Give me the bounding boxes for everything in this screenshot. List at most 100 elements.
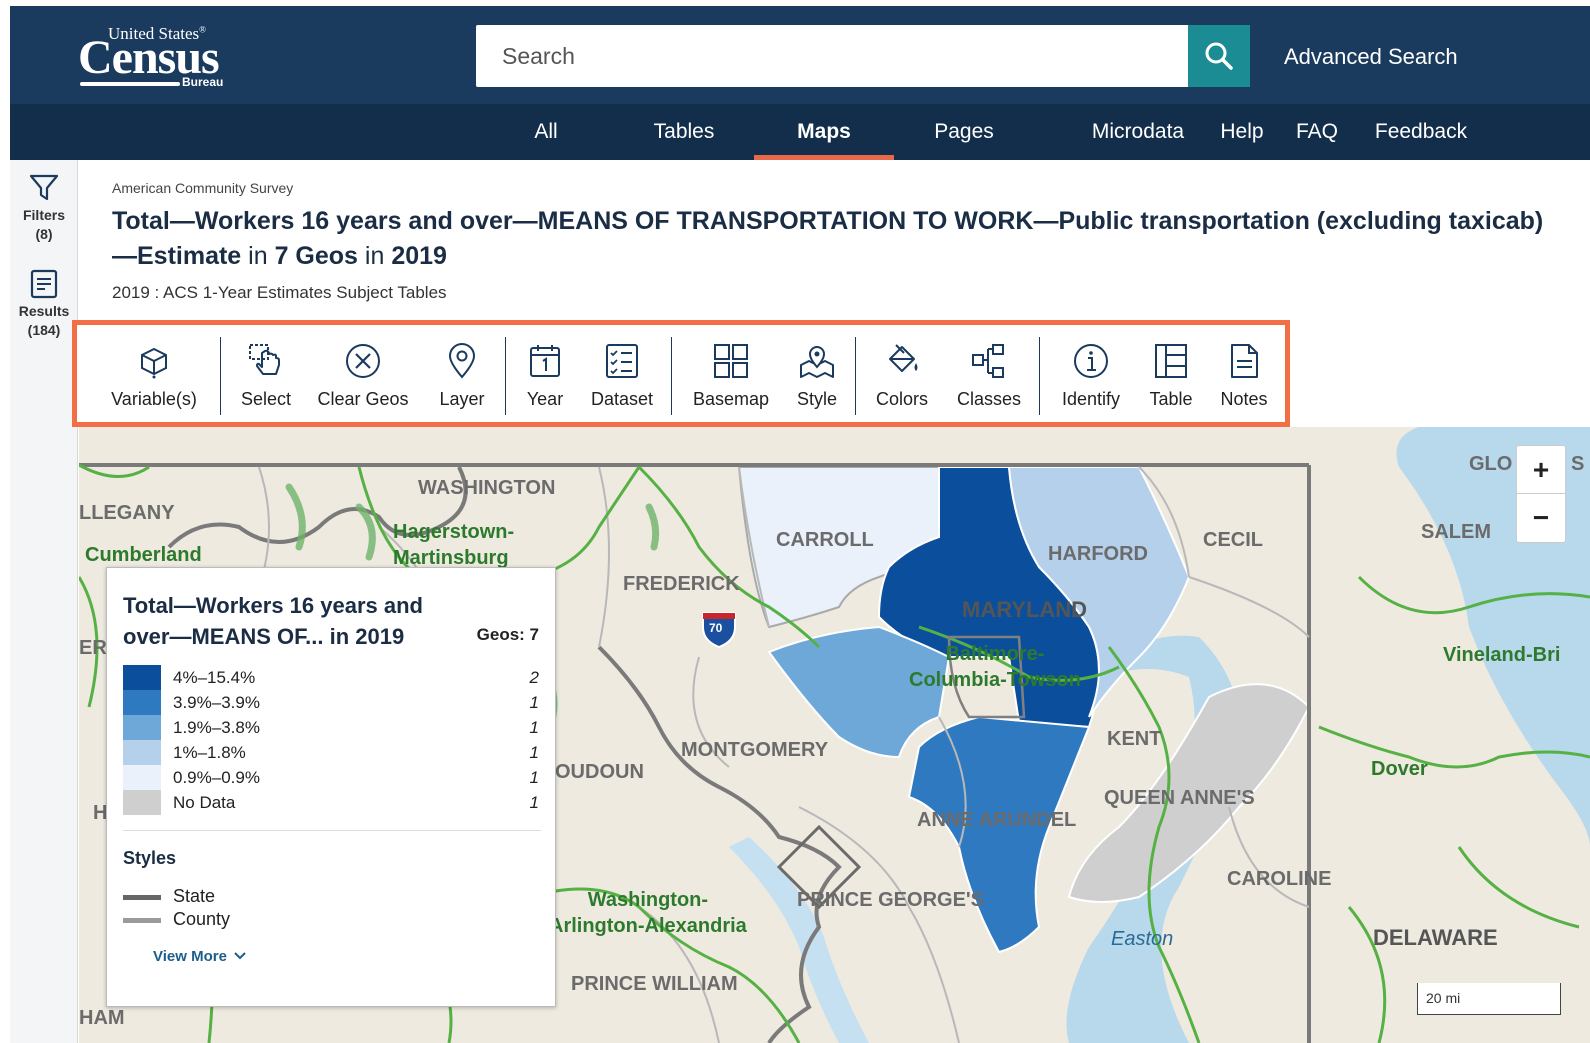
map-label-county: HARFORD [1048,543,1148,565]
tool-label: Style [796,389,838,409]
county-anne-arundel [907,715,1091,954]
search-input[interactable] [476,25,1188,87]
map-label-metro: Dover [1371,758,1428,780]
checklist-icon [606,344,638,378]
filters-button[interactable]: Filters (8) [10,172,78,244]
notes-icon [1231,344,1258,378]
nav-tab-help[interactable]: Help [1214,104,1270,160]
tool-select-button[interactable]: Select [233,325,299,422]
advanced-search-link[interactable]: Advanced Search [1284,44,1458,70]
search-button[interactable] [1188,25,1250,87]
tool-label: Identify [1061,389,1121,409]
legend-class-row: 3.9%–3.9% 1 [123,690,539,715]
nav-tab-maps[interactable]: Maps [754,104,894,160]
page-title: Total—Workers 16 years and over—MEANS OF… [112,207,1544,270]
legend-class-row: 1%–1.8% 1 [123,740,539,765]
select-hand-icon [249,344,280,375]
legend-class-count: 1 [529,743,539,762]
cube-icon [141,347,167,379]
tool-identify-button[interactable]: Identify [1051,325,1131,422]
legend-style-label: County [173,909,231,929]
map-pin-icon [448,343,476,379]
legend-class-label: 4%–15.4% [173,668,256,687]
tool-basemap-button[interactable]: Basemap [685,325,777,422]
map-label-state: MARYLAND [962,597,1088,622]
filters-count: (8) [35,226,53,242]
logo-bureau-text: Bureau [182,75,224,89]
site-header: United States® Census Bureau Advanced Se… [10,6,1590,104]
results-list-icon [30,269,58,299]
search-icon [1205,42,1233,70]
nav-tab-all[interactable]: All [528,104,564,160]
legend-class-row: 0.9%–0.9% 1 [123,765,539,790]
tool-classes-button[interactable]: Classes [949,325,1029,422]
legend-swatch [123,765,161,790]
info-icon [1074,344,1108,378]
chevron-down-icon [234,952,246,960]
zoom-in-button[interactable]: + [1517,446,1565,494]
grid-icon [714,344,748,378]
zoom-control: + − [1516,445,1566,543]
legend-class-count: 1 [529,768,539,787]
legend-class-row: No Data 1 [123,790,539,815]
legend-class-row: 4%–15.4% 2 [123,665,539,690]
left-rail: Filters (8) Results (184) [10,160,78,1043]
map-style-icon [800,346,834,378]
legend-class-count: 1 [529,693,539,712]
legend-swatch [123,690,161,715]
legend-style-line [123,918,161,923]
results-count: (184) [27,322,61,338]
tool-variables-button[interactable]: Variable(s) [101,325,207,422]
map-legend: Total—Workers 16 years and over—MEANS OF… [106,567,556,1007]
toolbar-divider [220,337,221,415]
calendar-icon [530,345,560,377]
nav-tab-faq[interactable]: FAQ [1290,104,1344,160]
legend-styles-heading: Styles [123,848,177,868]
tool-layer-button[interactable]: Layer [427,325,497,422]
view-more-link[interactable]: View More [153,948,246,965]
nav-tab-microdata[interactable]: Microdata [1086,104,1190,160]
map-label-metro: Washington- Arlington-Alexandria [549,889,747,937]
tool-label: Year [526,389,564,409]
tool-table-button[interactable]: Table [1143,325,1199,422]
title-year: 2019 [391,242,447,270]
map-label-metro: Hagerstown- Martinsburg [393,521,515,569]
tool-style-button[interactable]: Style [787,325,847,422]
main-nav: All Tables Maps Pages Microdata Help FAQ… [10,104,1590,160]
map-label-county: MONTGOMERY [681,739,829,761]
legend-class-row: 1.9%–3.8% 1 [123,715,539,740]
filter-icon [29,174,59,201]
tool-label: Select [240,389,292,409]
map-label-county: LLEGANY [79,502,175,524]
legend-class-count: 1 [529,718,539,737]
nav-tab-tables[interactable]: Tables [644,104,724,160]
map-label-county: CARROLL [776,529,874,551]
tool-label: Variable(s) [111,389,197,409]
map-label-county: KENT [1107,728,1162,750]
map-label-county: OUDOUN [555,761,644,783]
search-box [476,25,1188,87]
logo-swoosh [80,82,180,86]
map-label-county: CECIL [1203,529,1263,551]
tool-year-button[interactable]: Year [515,325,575,422]
zoom-out-button[interactable]: − [1517,494,1565,542]
title-geos: 7 Geos [274,242,358,270]
legend-geos-count: Geos: 7 [476,625,539,644]
nav-tab-pages[interactable]: Pages [924,104,1004,160]
tool-colors-button[interactable]: Colors [867,325,937,422]
tool-label: Layer [439,389,485,409]
legend-title: Total—Workers 16 years and over—MEANS OF… [123,593,423,649]
survey-name: American Community Survey [112,180,294,196]
results-button[interactable]: Results (184) [10,268,78,340]
tool-clear-geos-button[interactable]: Clear Geos [311,325,415,422]
tool-dataset-button[interactable]: Dataset [583,325,661,422]
results-label: Results [18,303,70,319]
toolbar-divider [1039,337,1040,415]
legend-class-label: 3.9%–3.9% [173,693,260,712]
interstate-label: 70 [709,621,723,635]
nav-tab-feedback[interactable]: Feedback [1368,104,1474,160]
census-map-page: United States® Census Bureau Advanced Se… [10,6,1590,1043]
tool-notes-button[interactable]: Notes [1213,325,1275,422]
map-label-county: QUEEN ANNE'S [1104,787,1255,809]
toolbar-divider [671,337,672,415]
